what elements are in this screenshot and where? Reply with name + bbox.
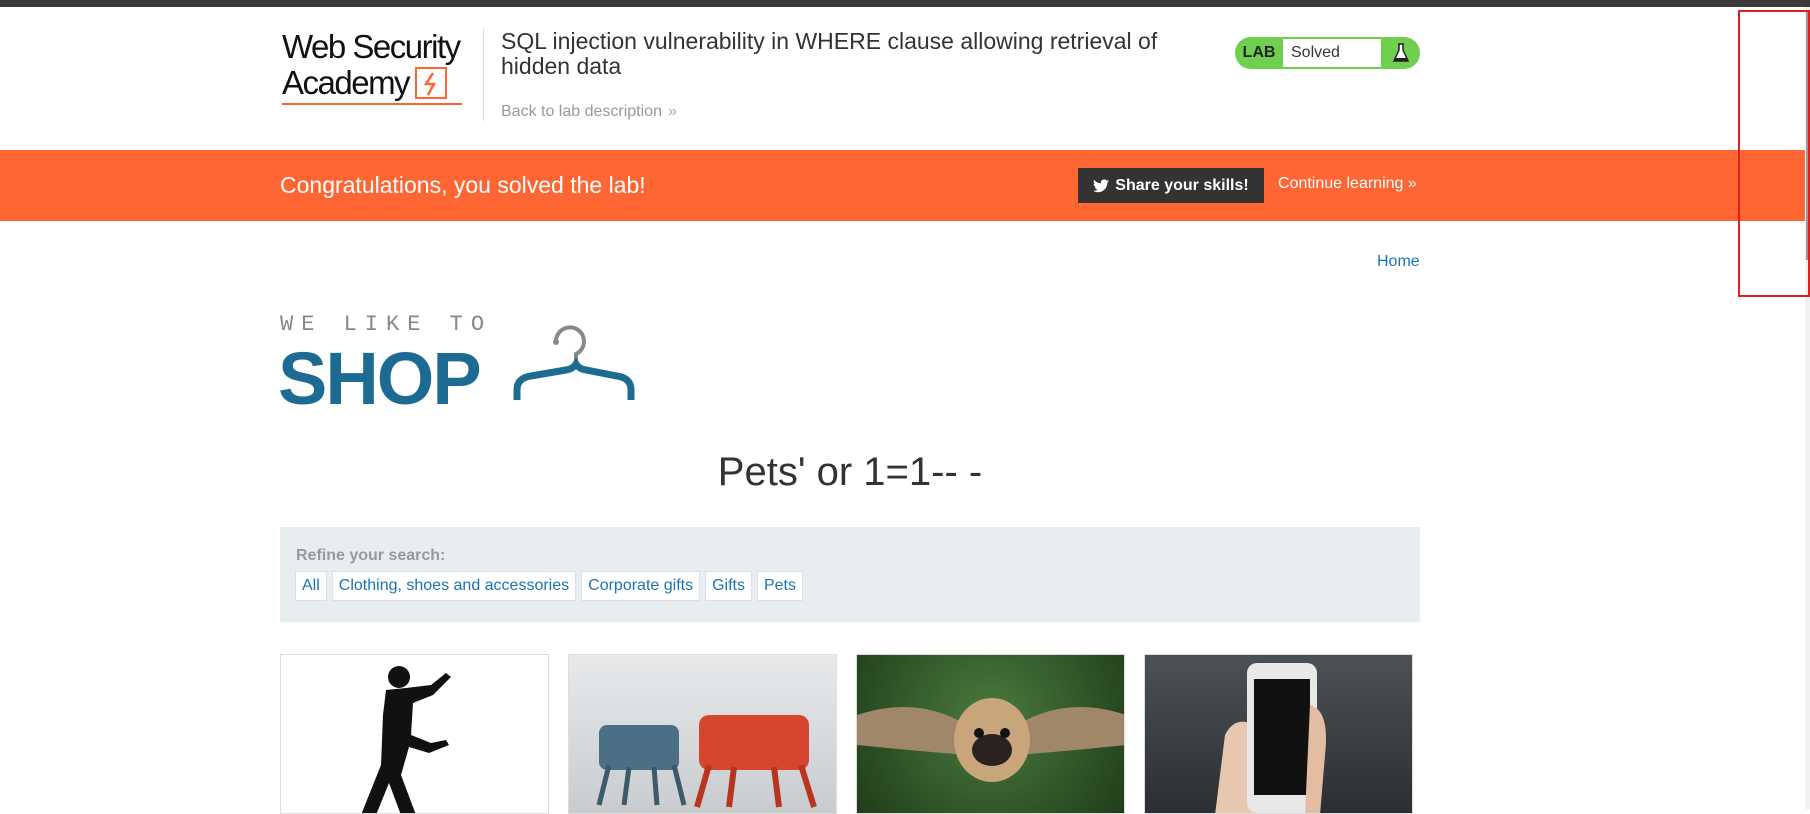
refine-search-panel: Refine your search: All Clothing, shoes … [280, 527, 1420, 622]
continue-learning-label: Continue learning [1278, 175, 1404, 192]
hanger-icon [513, 325, 635, 400]
shop-logo-tagline: WE LIKE TO [280, 312, 493, 337]
browser-top-bar [0, 0, 1810, 7]
flask-icon [1381, 37, 1420, 69]
robot-spiders-image [596, 715, 817, 808]
lightning-icon [415, 67, 448, 99]
flying-pug-image [857, 698, 1124, 782]
dancing-man-silhouette-image [361, 666, 451, 813]
shop-logo-word: SHOP [278, 337, 482, 420]
product-card[interactable] [1144, 654, 1413, 814]
logo-line-1: Web Security [282, 28, 461, 65]
scrollbar-highlight-box [1738, 10, 1810, 297]
logo-line-2: Academy [282, 65, 482, 101]
we-like-to-shop-logo: WE LIKE TO SHOP [278, 310, 638, 420]
product-card[interactable] [568, 654, 837, 814]
congratulations-message: Congratulations, you solved the lab! [280, 172, 646, 198]
filter-pets[interactable]: Pets [756, 571, 803, 601]
lab-status-badge: LAB Solved [1235, 37, 1420, 69]
double-chevron-right-icon: » [1407, 175, 1417, 192]
web-security-academy-logo[interactable]: Web Security Academy [282, 29, 482, 109]
solved-banner: Congratulations, you solved the lab! Sha… [0, 150, 1810, 221]
filter-clothing[interactable]: Clothing, shoes and accessories [331, 571, 577, 601]
category-filters: All Clothing, shoes and accessories Corp… [295, 571, 803, 601]
lab-title: SQL injection vulnerability in WHERE cla… [501, 28, 1158, 79]
header-divider [483, 29, 484, 121]
filter-corporate-gifts[interactable]: Corporate gifts [581, 571, 701, 601]
share-skills-button[interactable]: Share your skills! [1078, 168, 1264, 203]
filter-all[interactable]: All [295, 571, 327, 601]
share-skills-label: Share your skills! [1115, 176, 1249, 194]
twitter-icon [1093, 178, 1110, 192]
lab-badge-label: LAB [1242, 44, 1276, 61]
home-link[interactable]: Home [1377, 253, 1420, 271]
continue-learning-link[interactable]: Continue learning » [1278, 175, 1417, 193]
search-results-title: Pets' or 1=1-- - [717, 450, 983, 494]
double-chevron-right-icon: » [667, 103, 677, 120]
lab-status-text: Solved [1283, 39, 1381, 67]
product-card[interactable] [280, 654, 549, 814]
lab-header: Web Security Academy SQL injection vulne… [0, 7, 1810, 150]
filter-gifts[interactable]: Gifts [705, 571, 752, 601]
smartphone-in-hand-image [1215, 663, 1326, 813]
logo-underline [282, 103, 462, 105]
product-grid [280, 654, 1413, 814]
back-to-lab-description-link[interactable]: Back to lab description » [501, 103, 677, 121]
refine-search-label: Refine your search: [296, 547, 446, 564]
back-link-label: Back to lab description [501, 103, 662, 120]
logo-line-2-text: Academy [282, 64, 411, 101]
product-card[interactable] [856, 654, 1125, 814]
